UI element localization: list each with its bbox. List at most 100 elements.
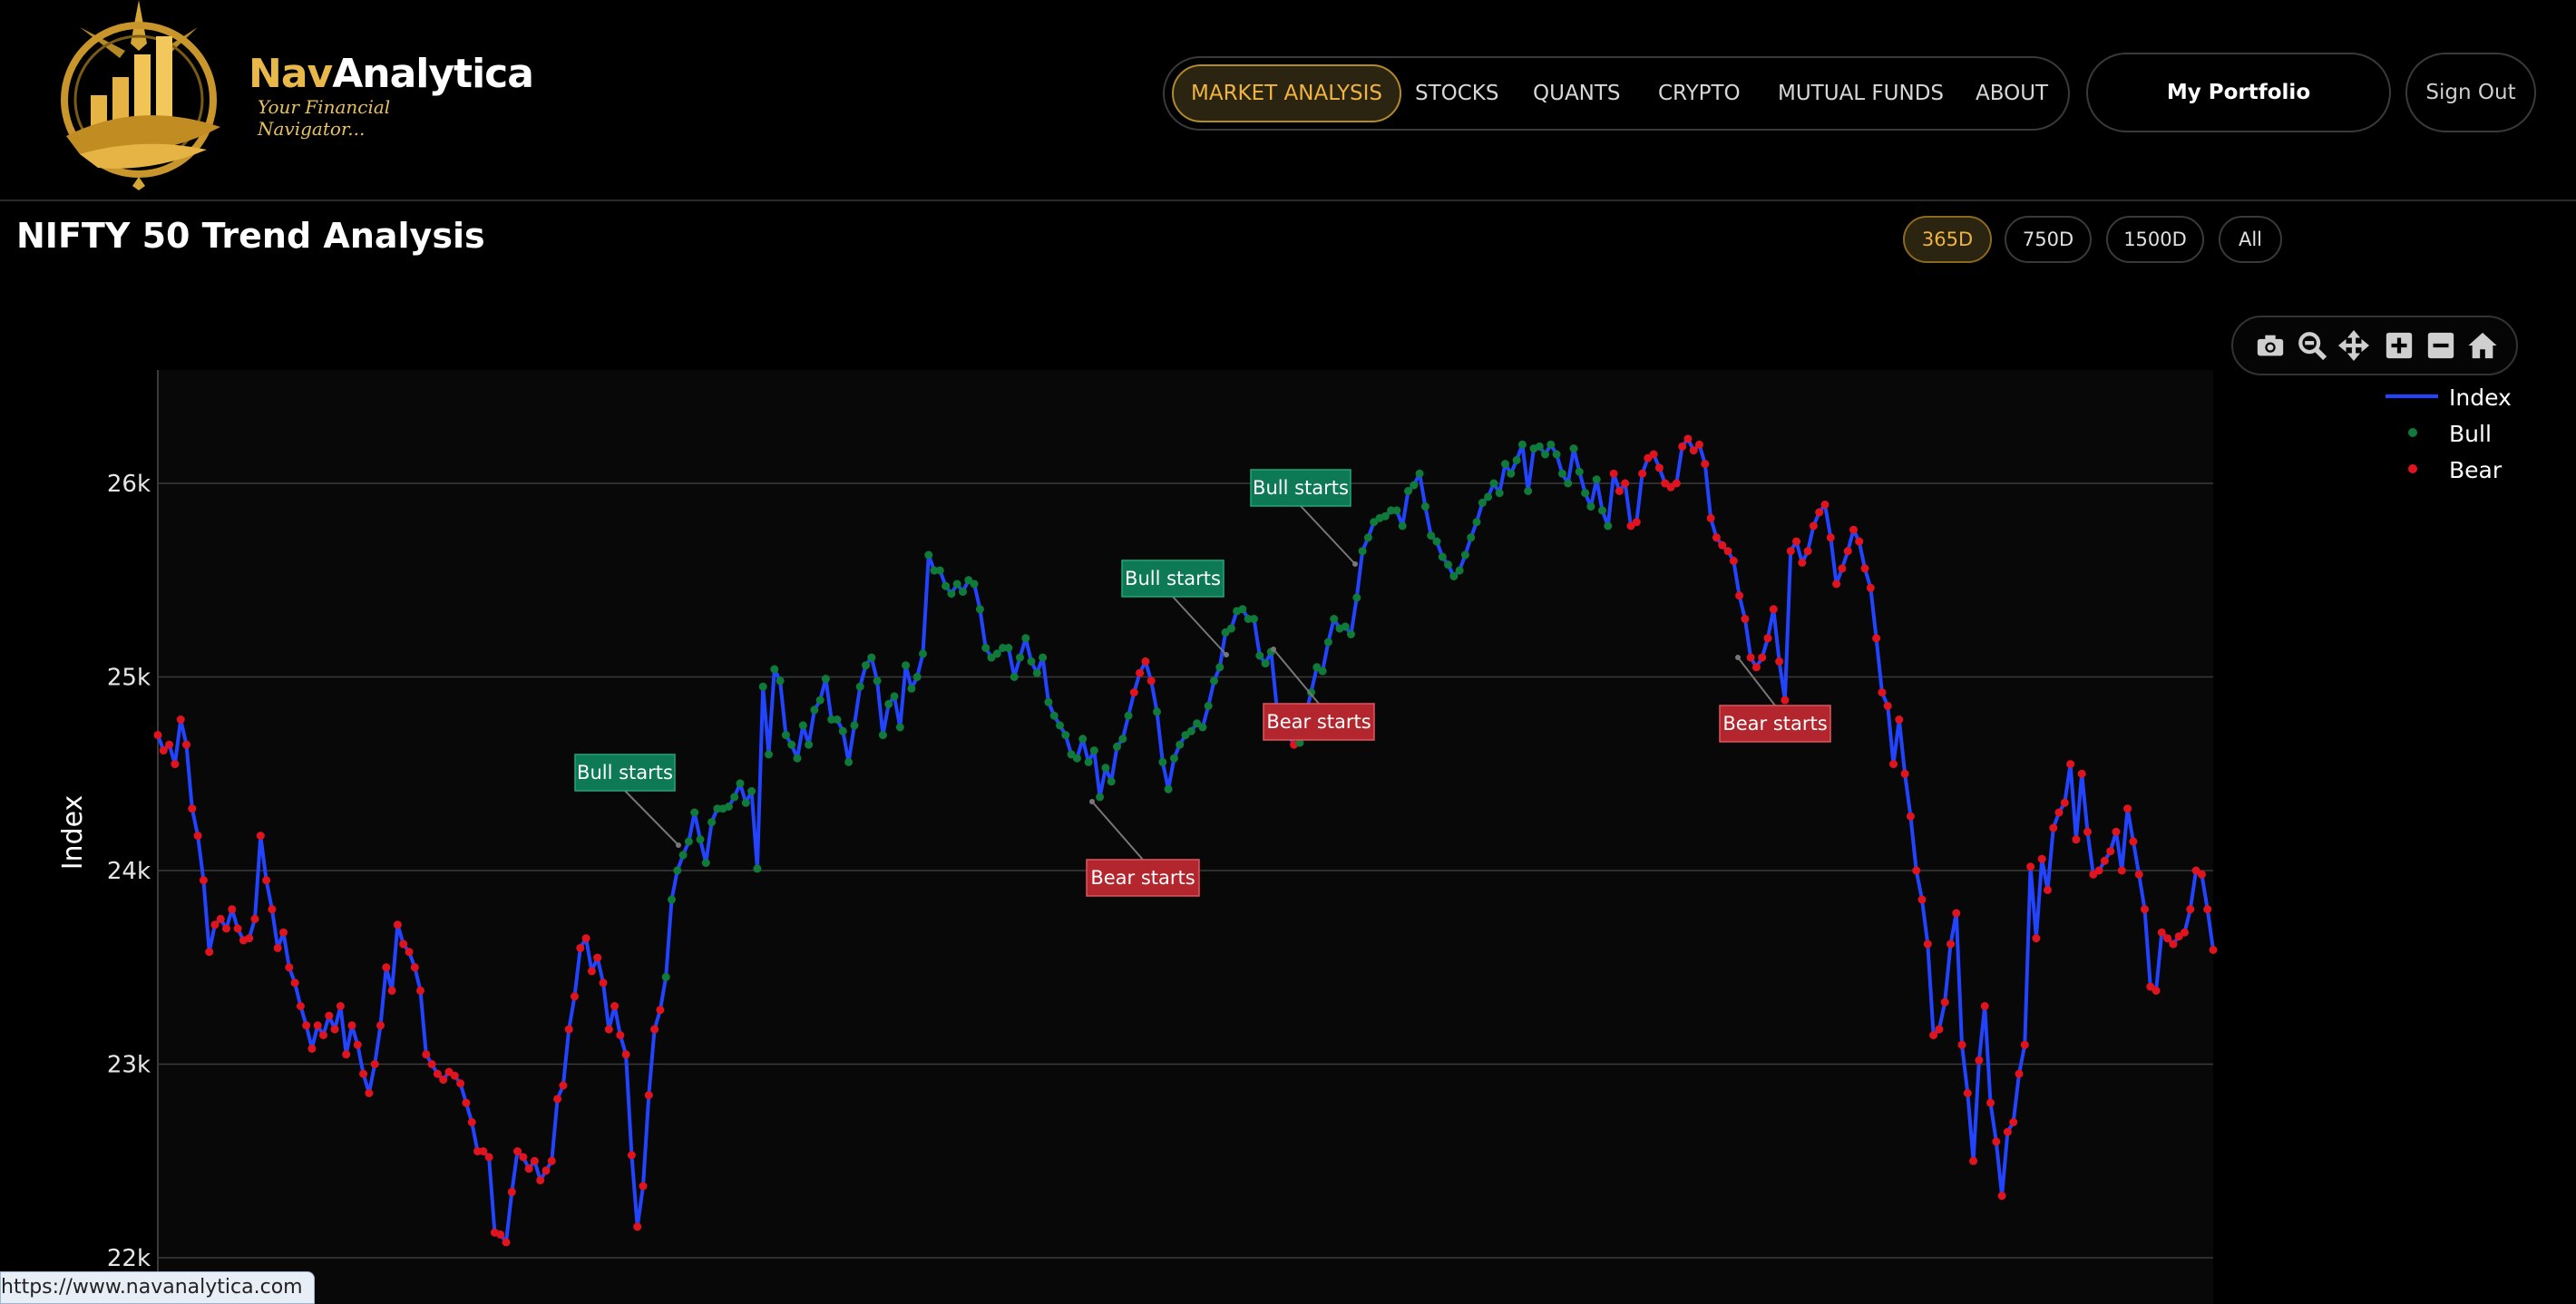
bull-point[interactable] (1255, 651, 1264, 660)
bull-point[interactable] (684, 837, 693, 846)
bull-point[interactable] (1420, 502, 1429, 511)
bull-point[interactable] (970, 579, 979, 589)
bull-point[interactable] (736, 779, 745, 788)
bull-point[interactable] (850, 721, 859, 730)
bull-point[interactable] (1198, 723, 1207, 732)
bear-point[interactable] (410, 963, 419, 972)
bull-point[interactable] (1215, 663, 1225, 672)
bear-point[interactable] (370, 1060, 379, 1068)
bull-point[interactable] (1495, 489, 1504, 498)
bear-point[interactable] (1929, 1031, 1938, 1039)
bear-point[interactable] (2141, 905, 2149, 914)
bull-point[interactable] (1096, 793, 1105, 802)
bear-point[interactable] (564, 1025, 573, 1034)
bear-point[interactable] (1775, 657, 1784, 666)
bull-point[interactable] (1552, 450, 1561, 459)
bull-point[interactable] (1113, 742, 1121, 751)
bull-point[interactable] (1186, 726, 1195, 735)
bull-point[interactable] (747, 787, 756, 795)
bear-point[interactable] (2106, 847, 2115, 856)
bear-point[interactable] (1838, 564, 1847, 573)
bull-point[interactable] (1501, 460, 1509, 469)
bull-point[interactable] (1261, 659, 1270, 668)
bull-point[interactable] (1415, 469, 1424, 478)
bear-point[interactable] (1689, 446, 1698, 455)
bear-point[interactable] (222, 924, 230, 933)
bull-point[interactable] (1204, 702, 1213, 710)
bear-point[interactable] (2003, 1127, 2012, 1136)
bull-point[interactable] (1032, 668, 1041, 677)
bull-point[interactable] (1164, 784, 1173, 793)
bear-point[interactable] (1769, 605, 1778, 614)
legend-index-label[interactable]: Index (2449, 384, 2512, 411)
bull-point[interactable] (1598, 506, 1606, 515)
bull-point[interactable] (919, 649, 927, 658)
bull-point[interactable] (1381, 511, 1390, 521)
bear-point[interactable] (188, 804, 197, 813)
bear-point[interactable] (159, 746, 168, 755)
bull-point[interactable] (912, 673, 922, 681)
bull-point[interactable] (1323, 637, 1332, 647)
bear-point[interactable] (1986, 1098, 1995, 1107)
bull-point[interactable] (1238, 605, 1247, 614)
bull-point[interactable] (793, 754, 802, 763)
bear-point[interactable] (581, 934, 590, 943)
bull-point[interactable] (1210, 676, 1218, 686)
bull-point[interactable] (1072, 754, 1081, 763)
bull-point[interactable] (924, 550, 933, 560)
bear-point[interactable] (1809, 521, 1818, 530)
bear-point[interactable] (2117, 866, 2126, 875)
bear-point[interactable] (330, 1025, 339, 1034)
bear-point[interactable] (405, 948, 414, 957)
bear-point[interactable] (342, 1050, 351, 1059)
bear-point[interactable] (547, 1156, 556, 1165)
bull-point[interactable] (821, 675, 830, 684)
bear-point[interactable] (2186, 905, 2195, 914)
bull-point[interactable] (1404, 487, 1412, 495)
bull-point[interactable] (1318, 667, 1327, 676)
bear-point[interactable] (2044, 885, 2052, 894)
bear-point[interactable] (507, 1187, 516, 1196)
bull-point[interactable] (765, 750, 773, 759)
bull-point[interactable] (1427, 531, 1436, 540)
bull-point[interactable] (884, 699, 893, 708)
bull-point[interactable] (668, 895, 676, 904)
pan-icon[interactable] (2338, 330, 2369, 361)
bear-point[interactable] (610, 1002, 620, 1010)
bear-point[interactable] (290, 978, 299, 988)
bear-point[interactable] (627, 1151, 636, 1160)
bear-point[interactable] (1735, 591, 1744, 600)
bear-point[interactable] (621, 1050, 630, 1059)
bull-point[interactable] (1484, 492, 1493, 501)
bear-point[interactable] (1763, 634, 1772, 643)
bear-point[interactable] (1940, 997, 1949, 1007)
bull-point[interactable] (1460, 550, 1469, 560)
bear-point[interactable] (250, 914, 259, 923)
bull-point[interactable] (1049, 711, 1059, 720)
bear-point[interactable] (2066, 760, 2075, 769)
bull-point[interactable] (1027, 657, 1036, 666)
bear-point[interactable] (1878, 688, 1887, 697)
bull-point[interactable] (1016, 653, 1024, 662)
bear-point[interactable] (1638, 469, 1647, 478)
bull-point[interactable] (805, 740, 814, 749)
bull-point[interactable] (1010, 673, 1019, 681)
bear-point[interactable] (2060, 798, 2069, 807)
bear-point[interactable] (450, 1071, 459, 1080)
legend-bull-label[interactable]: Bull (2449, 421, 2492, 447)
bull-point[interactable] (815, 696, 825, 705)
bull-point[interactable] (947, 589, 956, 598)
bear-point[interactable] (1672, 479, 1681, 488)
bear-point[interactable] (319, 1031, 327, 1039)
bull-point[interactable] (776, 676, 785, 686)
bear-point[interactable] (353, 1040, 362, 1049)
bear-point[interactable] (1935, 1025, 1944, 1034)
bull-point[interactable] (758, 682, 767, 691)
bear-point[interactable] (1751, 663, 1761, 672)
bull-point[interactable] (1449, 572, 1459, 580)
bull-point[interactable] (1004, 644, 1013, 652)
bull-point[interactable] (1581, 489, 1590, 498)
bear-point[interactable] (1718, 540, 1727, 550)
bull-point[interactable] (1176, 740, 1185, 749)
bull-point[interactable] (1444, 560, 1452, 569)
